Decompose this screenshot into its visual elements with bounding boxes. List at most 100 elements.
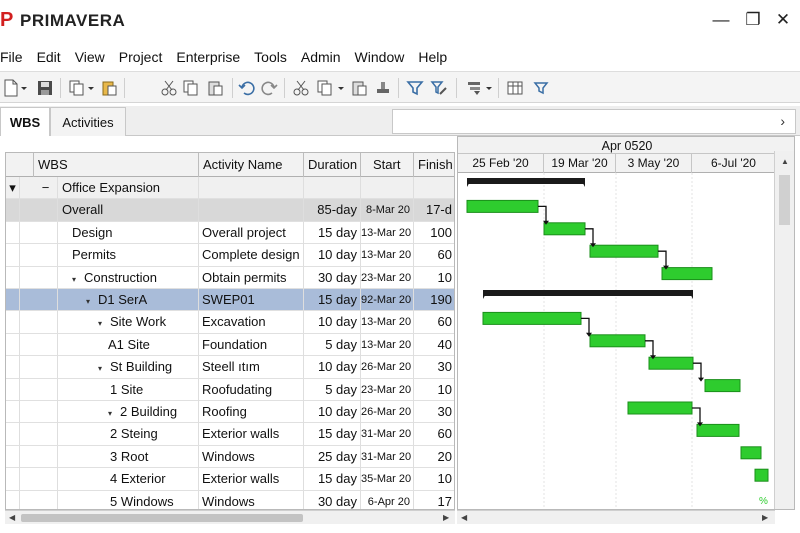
task-bar[interactable] bbox=[648, 356, 694, 370]
chevron-down-icon[interactable]: ▾ bbox=[98, 313, 110, 333]
row-collapse-control[interactable] bbox=[34, 490, 58, 509]
menu-enterprise[interactable]: Enterprise bbox=[176, 49, 240, 65]
chevron-down-icon[interactable] bbox=[86, 79, 96, 97]
row-expand-control[interactable] bbox=[6, 445, 20, 468]
row-collapse-control[interactable] bbox=[34, 468, 58, 491]
table-row[interactable]: 2 Steing Exterior walls 15 day 31-Mar 20 60 bbox=[6, 423, 454, 446]
scroll-thumb[interactable] bbox=[779, 175, 790, 225]
start-date-cell[interactable]: 26-Mar 20 bbox=[361, 356, 414, 379]
chevron-down-icon[interactable] bbox=[484, 79, 494, 97]
row-collapse-control[interactable] bbox=[34, 333, 58, 356]
row-collapse-control[interactable] bbox=[34, 356, 58, 379]
save-icon[interactable] bbox=[36, 79, 54, 97]
duration-cell[interactable]: 5 day bbox=[304, 378, 361, 401]
row-collapse-control[interactable] bbox=[34, 221, 58, 244]
filter-icon[interactable] bbox=[406, 79, 424, 97]
filter-edit-icon[interactable] bbox=[430, 79, 448, 97]
close-button[interactable]: ✕ bbox=[772, 9, 794, 31]
wbs-cell[interactable]: A1 Site bbox=[58, 333, 199, 356]
menu-project[interactable]: Project bbox=[119, 49, 163, 65]
task-bar[interactable] bbox=[754, 468, 769, 482]
start-date-cell[interactable]: 6-Apr 20 bbox=[361, 490, 414, 509]
duration-cell[interactable]: 15 day bbox=[304, 423, 361, 446]
gantt-vertical-scrollbar[interactable]: ▲ bbox=[774, 151, 794, 509]
start-date-cell[interactable]: 8-Mar 20 bbox=[361, 199, 414, 222]
header-duration[interactable]: Duration bbox=[304, 153, 361, 177]
table-row[interactable]: Design Overall project 15 day 13-Mar 20 100 bbox=[6, 221, 454, 245]
duration-cell[interactable]: 15 day bbox=[304, 221, 361, 244]
grid-horizontal-scrollbar[interactable]: ◀ ▶ bbox=[5, 510, 455, 524]
header-activity-name[interactable]: Activity Name bbox=[199, 153, 304, 177]
chevron-down-icon[interactable]: ▾ bbox=[108, 403, 120, 423]
start-date-cell[interactable] bbox=[361, 177, 414, 199]
row-expand-control[interactable] bbox=[6, 423, 20, 446]
finish-cell[interactable]: 60 bbox=[414, 423, 454, 445]
scroll-left-icon[interactable]: ◀ bbox=[461, 511, 467, 525]
menu-admin[interactable]: Admin bbox=[301, 49, 341, 65]
start-date-cell[interactable]: 23-Mar 20 bbox=[361, 378, 414, 401]
finish-cell[interactable]: 40 bbox=[414, 334, 454, 356]
table-row[interactable]: ▾ Construction Obtain permits 30 day 23-Mar … bbox=[6, 266, 454, 289]
copy-icon[interactable] bbox=[68, 79, 86, 97]
group-sort-icon[interactable] bbox=[466, 79, 484, 97]
header-start[interactable]: Start bbox=[361, 153, 414, 177]
start-date-cell[interactable]: 13-Mar 20 bbox=[361, 311, 414, 334]
duration-cell[interactable]: 10 day bbox=[304, 401, 361, 423]
activity-name-cell[interactable] bbox=[199, 177, 304, 199]
new-document-icon[interactable] bbox=[2, 79, 20, 97]
scroll-right-icon[interactable]: ▶ bbox=[762, 511, 768, 525]
task-bar[interactable] bbox=[627, 401, 693, 415]
start-date-cell[interactable]: 23-Mar 20 bbox=[361, 266, 414, 289]
row-expand-control[interactable] bbox=[6, 468, 20, 491]
finish-cell[interactable]: 60 bbox=[414, 244, 454, 266]
wbs-cell[interactable]: 5 Windows bbox=[58, 490, 199, 509]
activity-name-cell[interactable]: Steell ıtım bbox=[199, 356, 304, 379]
finish-cell[interactable]: 30 bbox=[414, 356, 454, 378]
chevron-down-icon[interactable]: ▾ bbox=[98, 358, 110, 378]
menu-help[interactable]: Help bbox=[418, 49, 447, 65]
duration-cell[interactable]: 30 day bbox=[304, 266, 361, 289]
task-bar[interactable] bbox=[543, 222, 586, 236]
table-row[interactable]: 4 Exterior Exterior walls 15 day 35-Mar 20 1… bbox=[6, 468, 454, 491]
row-expand-control[interactable] bbox=[6, 401, 20, 423]
activity-name-cell[interactable]: Foundation bbox=[199, 333, 304, 356]
activity-name-cell[interactable]: Exterior walls bbox=[199, 423, 304, 446]
row-expand-control[interactable] bbox=[6, 490, 20, 509]
task-bar[interactable] bbox=[589, 244, 659, 258]
duration-cell[interactable]: 10 day bbox=[304, 311, 361, 334]
wbs-cell[interactable]: 2 Steing bbox=[58, 423, 199, 446]
finish-cell[interactable] bbox=[414, 177, 454, 199]
activity-name-cell[interactable]: Overall project bbox=[199, 221, 304, 244]
row-collapse-control[interactable] bbox=[34, 423, 58, 446]
header-wbs[interactable]: WBS bbox=[34, 153, 199, 177]
table-row[interactable]: ▾ St Building Steell ıtım 10 day 26-Mar 20 30 bbox=[6, 356, 454, 379]
row-expand-control[interactable] bbox=[6, 311, 20, 334]
row-collapse-control[interactable] bbox=[34, 244, 58, 267]
redo-icon[interactable] bbox=[260, 79, 278, 97]
table-row[interactable]: 5 Windows Windows 30 day 6-Apr 20 17 bbox=[6, 490, 454, 509]
row-collapse-control[interactable] bbox=[34, 401, 58, 423]
task-bar[interactable] bbox=[466, 199, 539, 213]
wbs-cell[interactable]: Permits bbox=[58, 244, 199, 267]
row-collapse-control[interactable] bbox=[34, 266, 58, 289]
chevron-right-icon[interactable]: › bbox=[780, 113, 785, 129]
summary-bar[interactable] bbox=[467, 178, 585, 184]
activity-name-cell[interactable]: Complete design bbox=[199, 244, 304, 267]
row-collapse-control[interactable] bbox=[34, 311, 58, 334]
finish-cell[interactable]: 190 bbox=[414, 289, 454, 311]
scroll-up-icon[interactable]: ▲ bbox=[781, 155, 789, 169]
table-row[interactable]: ▾ − Office Expansion bbox=[6, 177, 454, 200]
menu-tools[interactable]: Tools bbox=[254, 49, 287, 65]
scroll-left-icon[interactable]: ◀ bbox=[9, 511, 15, 525]
wbs-cell[interactable]: 1 Site bbox=[58, 378, 199, 401]
activity-name-cell[interactable]: Windows bbox=[199, 445, 304, 468]
table-row[interactable]: Permits Complete design 10 day 13-Mar 20 60 bbox=[6, 244, 454, 267]
activity-name-cell[interactable]: Excavation bbox=[199, 311, 304, 334]
finish-cell[interactable]: 20 bbox=[414, 446, 454, 468]
duration-cell[interactable] bbox=[304, 177, 361, 199]
duration-cell[interactable]: 15 day bbox=[304, 468, 361, 491]
start-date-cell[interactable]: 13-Mar 20 bbox=[361, 333, 414, 356]
wbs-cell[interactable]: 4 Exterior bbox=[58, 468, 199, 491]
finish-cell[interactable]: 100 bbox=[414, 222, 454, 244]
scroll-thumb[interactable] bbox=[21, 514, 303, 522]
